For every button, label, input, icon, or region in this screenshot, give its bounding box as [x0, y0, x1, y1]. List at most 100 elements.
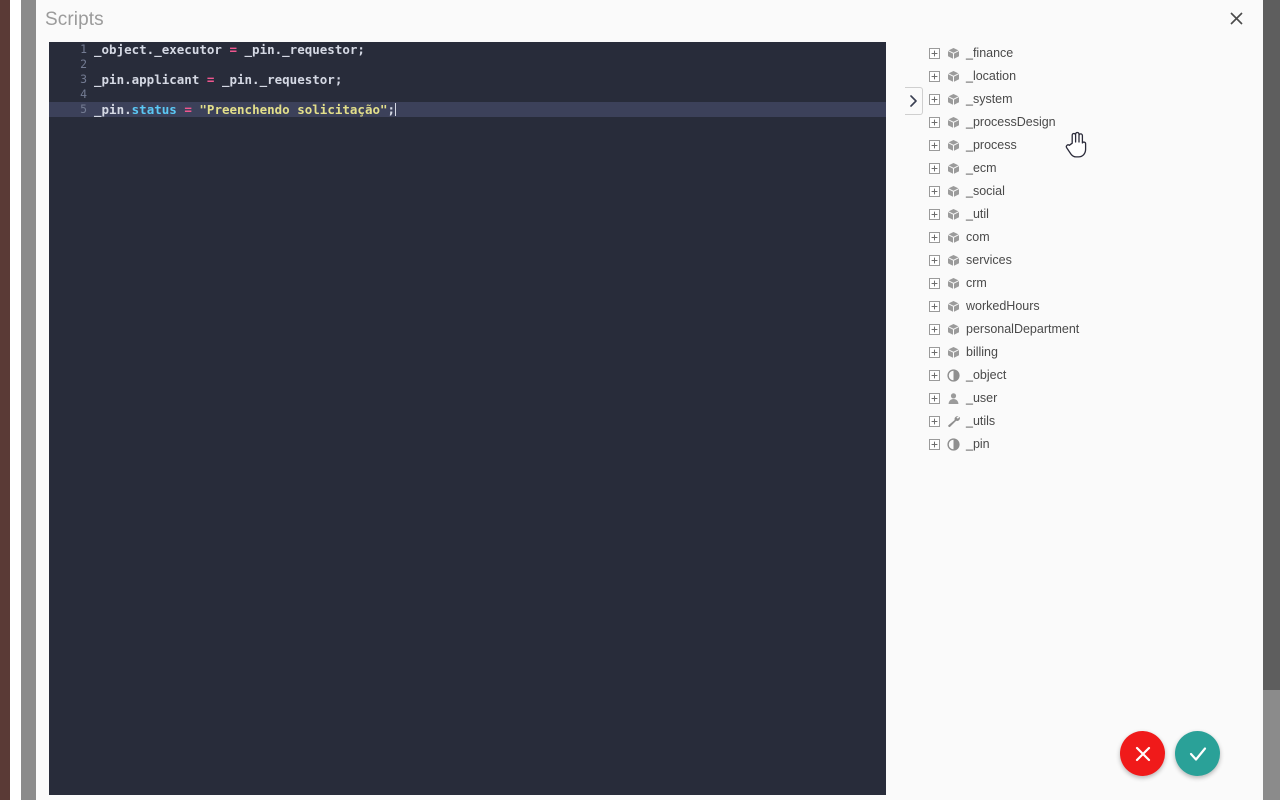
code-line[interactable]: 3 _pin.applicant = _pin._requestor;: [49, 72, 886, 87]
code-token: ;: [387, 102, 396, 117]
line-number: 2: [80, 57, 87, 71]
code-line[interactable]: 5 _pin.status = "Preenchendo solicitação"…: [49, 102, 886, 117]
object-icon: [947, 438, 960, 451]
expand-toggle[interactable]: [929, 232, 940, 243]
object-tree-panel[interactable]: _finance _location _system _processDesign _p…: [923, 42, 1258, 795]
package-icon: [947, 323, 960, 336]
expand-toggle[interactable]: [929, 71, 940, 82]
tree-item-label: _finance: [966, 46, 1014, 60]
object-icon: [947, 369, 960, 382]
tree-item-com[interactable]: com: [923, 226, 1258, 249]
check-icon: [1189, 746, 1206, 761]
package-icon: [947, 278, 960, 289]
plus-square-icon: [929, 232, 940, 243]
tree-item-ecm[interactable]: _ecm: [923, 157, 1258, 180]
code-lines[interactable]: 1 _object._executor = _pin._requestor; 2 3 _…: [49, 42, 886, 117]
expand-toggle[interactable]: [929, 347, 940, 358]
expand-toggle[interactable]: [929, 140, 940, 151]
tree-item-util[interactable]: _util: [923, 203, 1258, 226]
code-token: =: [229, 42, 237, 57]
expand-toggle[interactable]: [929, 301, 940, 312]
package-icon: [947, 186, 960, 197]
package-icon: [947, 163, 960, 174]
expand-toggle[interactable]: [929, 94, 940, 105]
package-icon: [947, 116, 960, 129]
expand-toggle[interactable]: [929, 186, 940, 197]
code-line[interactable]: 2: [49, 57, 886, 72]
expand-toggle[interactable]: [929, 393, 940, 404]
tree-item-services[interactable]: services: [923, 249, 1258, 272]
code-token: _pin.: [94, 102, 132, 117]
tree-item-label: com: [966, 230, 990, 244]
editor-collapse-handle[interactable]: [905, 87, 923, 115]
code-token: "Preenchendo solicitação": [199, 102, 388, 117]
tree-item-billing[interactable]: billing: [923, 341, 1258, 364]
line-number: 4: [80, 87, 87, 101]
tree-item-location[interactable]: _location: [923, 65, 1258, 88]
expand-toggle[interactable]: [929, 48, 940, 59]
code-token: _pin._requestor;: [214, 72, 343, 87]
plus-square-icon: [929, 347, 940, 358]
expand-toggle[interactable]: [929, 163, 940, 174]
package-icon: [947, 324, 960, 335]
cancel-button[interactable]: [1120, 731, 1165, 776]
expand-toggle[interactable]: [929, 255, 940, 266]
package-icon: [947, 140, 960, 151]
tree-item-label: personalDepartment: [966, 322, 1080, 336]
package-icon: [947, 139, 960, 152]
plus-square-icon: [929, 370, 940, 381]
tree-item-personaldepartment[interactable]: personalDepartment: [923, 318, 1258, 341]
close-button[interactable]: [1222, 4, 1250, 32]
expand-toggle[interactable]: [929, 370, 940, 381]
package-icon: [947, 347, 960, 358]
tree-item-system[interactable]: _system: [923, 88, 1258, 111]
tree-item-social[interactable]: _social: [923, 180, 1258, 203]
tree-item-crm[interactable]: crm: [923, 272, 1258, 295]
code-text: _object._executor = _pin._requestor;: [94, 42, 365, 57]
package-icon: [947, 346, 960, 359]
left-gap: [10, 0, 21, 800]
expand-toggle[interactable]: [929, 209, 940, 220]
tree-item-label: _user: [966, 391, 998, 405]
tree-item-label: _system: [966, 92, 1013, 106]
package-icon: [947, 232, 960, 243]
app-root: Scripts 1 _object._executor = _pin._reque…: [0, 0, 1280, 800]
page-scrollbar-thumb[interactable]: [1263, 0, 1280, 690]
page-scrollbar-track[interactable]: [1263, 0, 1280, 800]
expand-toggle[interactable]: [929, 324, 940, 335]
tree-item-label: _location: [966, 69, 1017, 83]
tree-item-label: _utils: [966, 414, 996, 428]
code-line[interactable]: 1 _object._executor = _pin._requestor;: [49, 42, 886, 57]
tree-item-workedhours[interactable]: workedHours: [923, 295, 1258, 318]
expand-toggle[interactable]: [929, 117, 940, 128]
tree-item-label: _processDesign: [966, 115, 1056, 129]
tree-item-object[interactable]: _object: [923, 364, 1258, 387]
tree-item-finance[interactable]: _finance: [923, 42, 1258, 65]
left-scrollbar[interactable]: [21, 0, 36, 800]
tree-item-utils[interactable]: _utils: [923, 410, 1258, 433]
package-icon: [947, 71, 960, 82]
tree-item-label: _social: [966, 184, 1005, 198]
code-token: =: [184, 102, 192, 117]
object-icon: [947, 438, 960, 451]
confirm-button[interactable]: [1175, 731, 1220, 776]
code-editor[interactable]: 1 _object._executor = _pin._requestor; 2 3 _…: [49, 42, 886, 795]
package-icon: [947, 255, 960, 266]
code-line[interactable]: 4: [49, 87, 886, 102]
expand-toggle[interactable]: [929, 278, 940, 289]
tree-item-user[interactable]: _user: [923, 387, 1258, 410]
tree-item-pin[interactable]: _pin: [923, 433, 1258, 456]
expand-toggle[interactable]: [929, 416, 940, 427]
tree-item-processdesign[interactable]: _processDesign: [923, 111, 1258, 134]
plus-square-icon: [929, 117, 940, 128]
plus-square-icon: [929, 48, 940, 59]
tree-item-label: _process: [966, 138, 1017, 152]
plus-square-icon: [929, 324, 940, 335]
line-number: 3: [80, 72, 87, 86]
code-text: _pin.applicant = _pin._requestor;: [94, 72, 342, 87]
object-icon: [947, 369, 960, 382]
expand-toggle[interactable]: [929, 439, 940, 450]
plus-square-icon: [929, 209, 940, 220]
tree-item-process[interactable]: _process: [923, 134, 1258, 157]
tree-item-label: _object: [966, 368, 1007, 382]
